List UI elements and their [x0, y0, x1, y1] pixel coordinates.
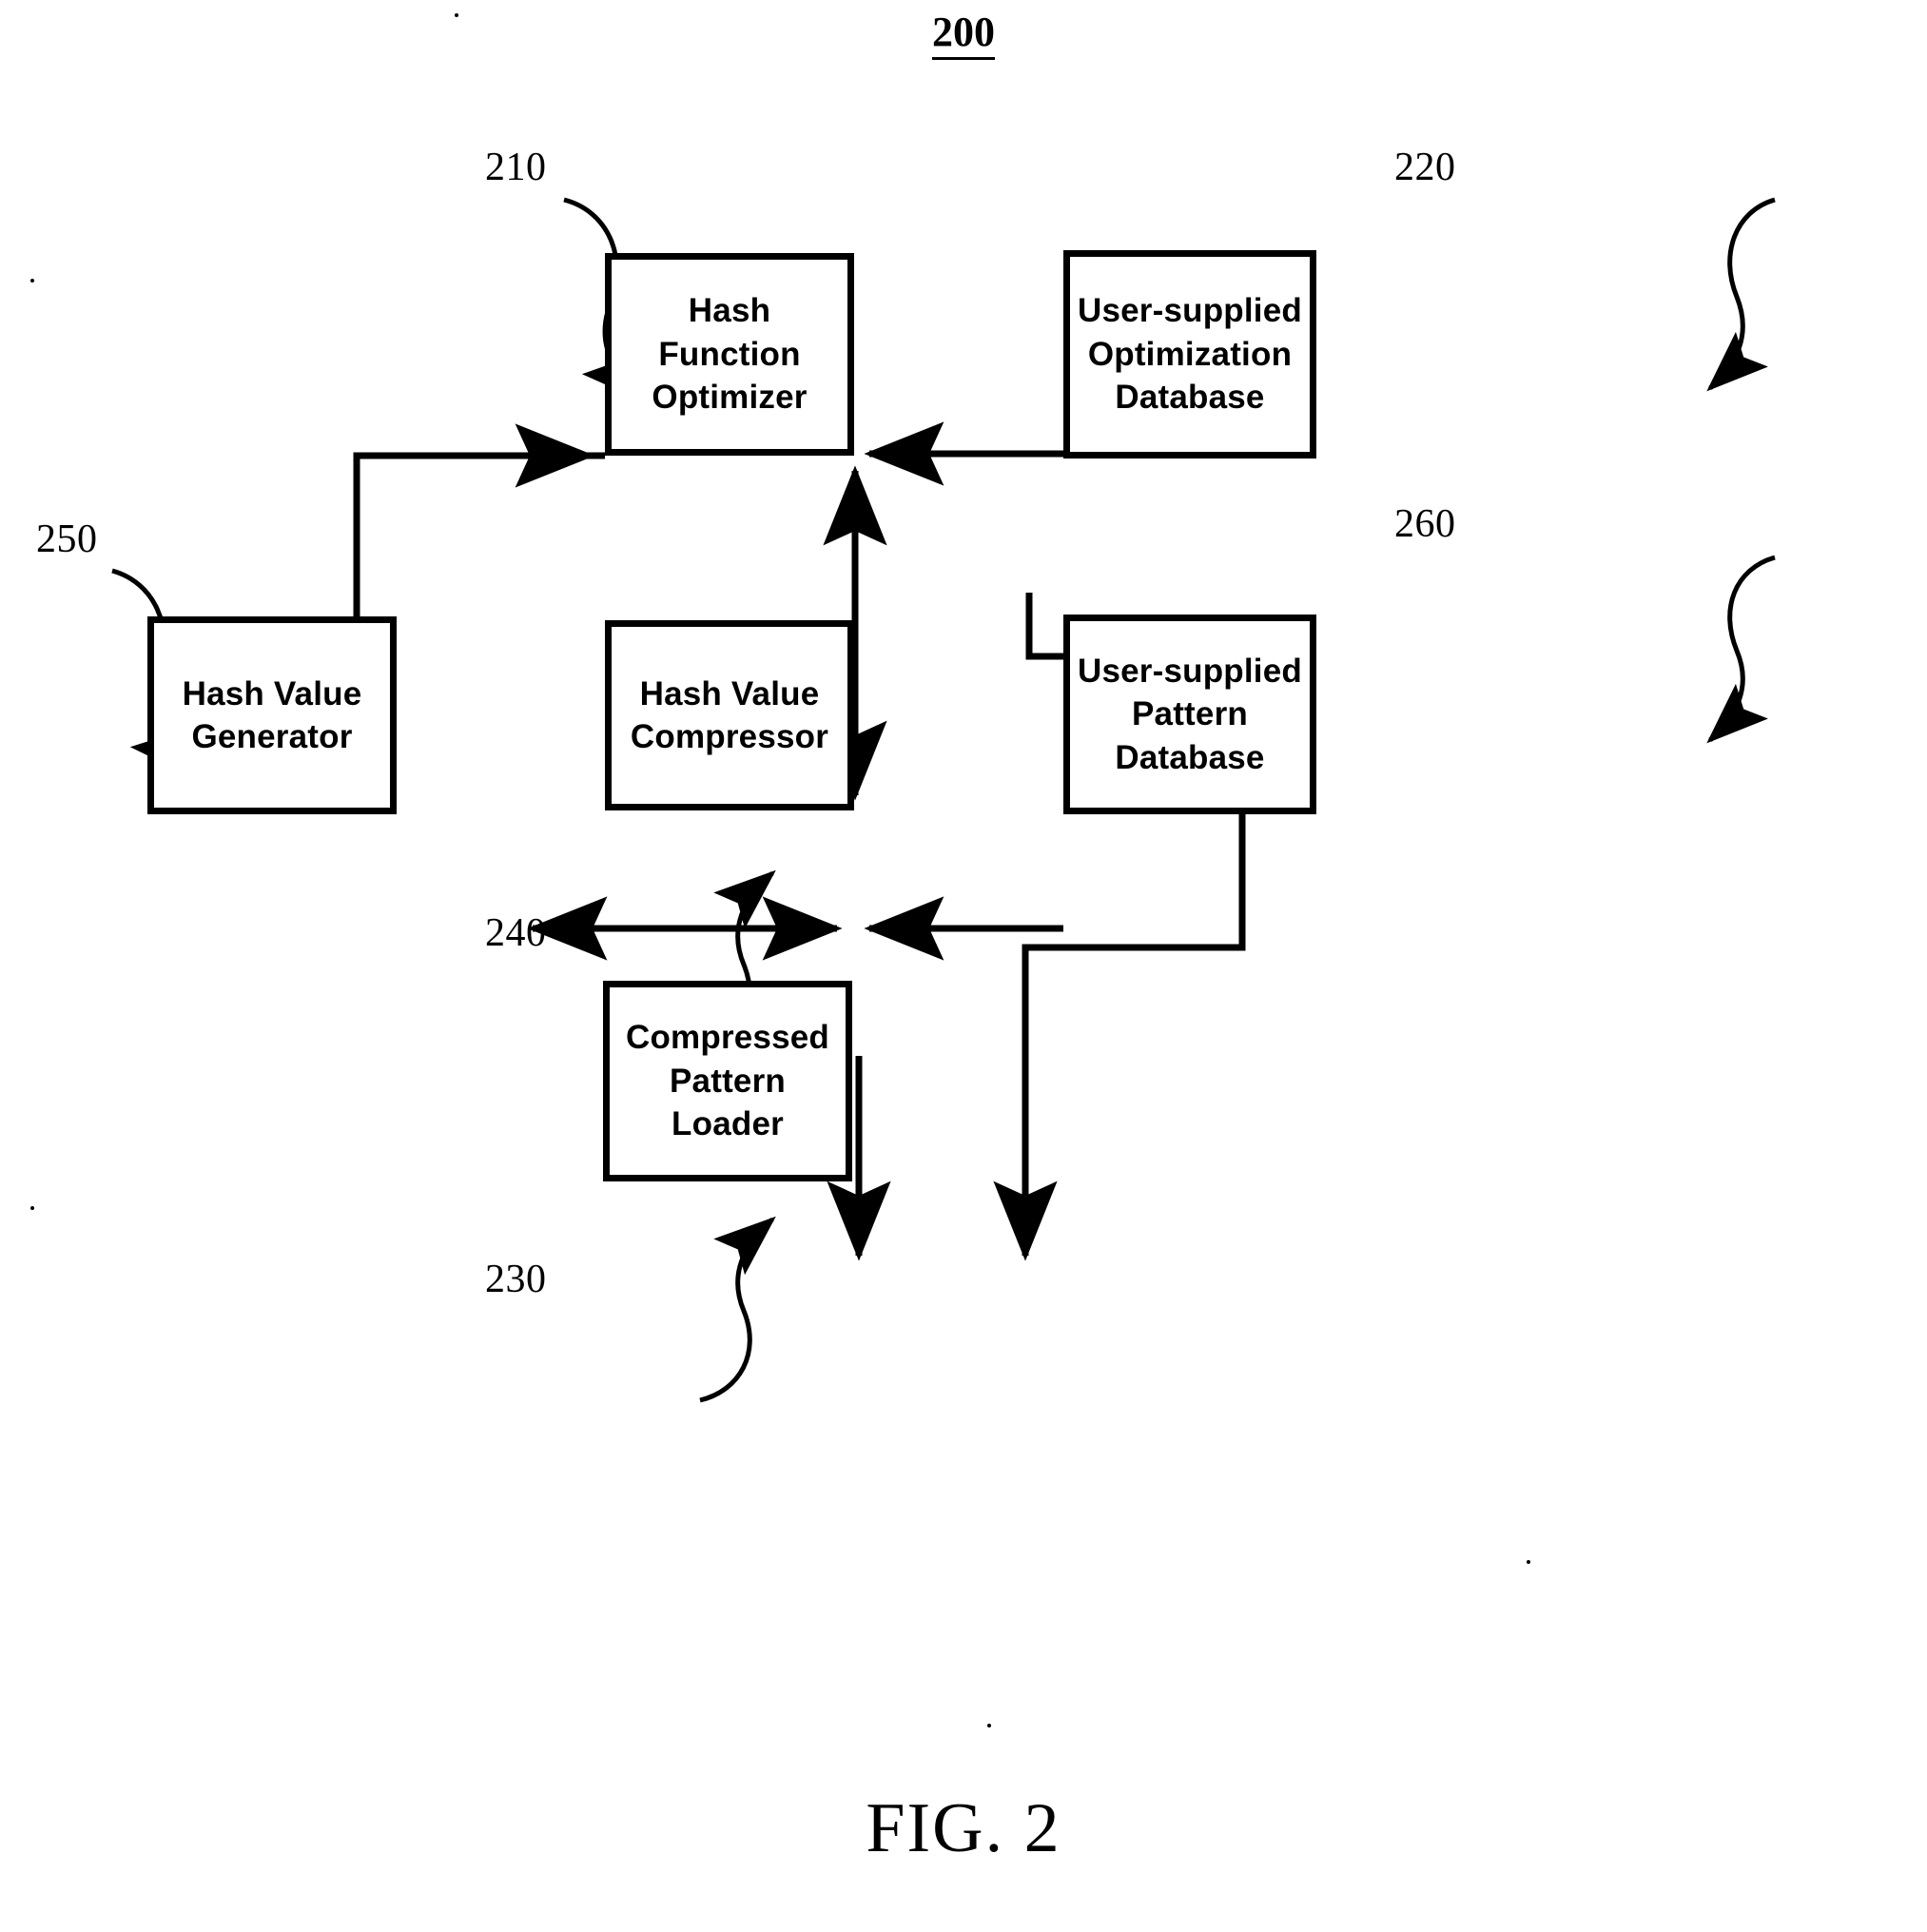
block-hash-value-compressor[interactable]: Hash Value Compressor — [605, 620, 854, 810]
figure-caption: FIG. 2 — [866, 1789, 1061, 1867]
scan-speck — [30, 279, 34, 283]
block-label-hash-value-generator: Hash Value Generator — [182, 674, 362, 756]
scan-speck — [30, 1206, 34, 1210]
reference-numeral-210: 210 — [485, 146, 547, 189]
reference-numeral-220: 220 — [1394, 146, 1456, 189]
reference-numeral-240: 240 — [485, 911, 547, 955]
block-label-user-supplied-pattern-database: User-supplied Pattern Database — [1078, 652, 1302, 776]
leader-line-230 — [699, 1216, 776, 1403]
patent-figure: 200 Hash Function Optimizer User-supplie… — [0, 0, 1927, 1932]
block-compressed-pattern-loader[interactable]: Compressed Pattern Loader — [603, 981, 852, 1181]
block-label-hash-function-optimizer: Hash Function Optimizer — [652, 292, 808, 417]
block-user-supplied-pattern-database[interactable]: User-supplied Pattern Database — [1063, 615, 1316, 814]
scan-speck — [455, 13, 458, 17]
diagram-canvas — [111, 197, 1776, 1403]
block-label-hash-value-compressor: Hash Value Compressor — [630, 674, 829, 756]
scan-speck — [1527, 1560, 1530, 1564]
block-hash-value-generator[interactable]: Hash Value Generator — [147, 616, 397, 814]
block-user-supplied-optimization-database[interactable]: User-supplied Optimization Database — [1063, 250, 1316, 459]
leader-line-260 — [1706, 555, 1776, 744]
block-label-compressed-pattern-loader: Compressed Pattern Loader — [625, 1019, 830, 1143]
reference-numeral-230: 230 — [485, 1258, 547, 1301]
scan-speck — [987, 1724, 991, 1727]
block-label-user-supplied-optimization-database: User-supplied Optimization Database — [1078, 292, 1302, 417]
reference-numeral-250: 250 — [36, 517, 98, 561]
reference-numeral-260: 260 — [1394, 502, 1456, 546]
leader-line-220 — [1706, 197, 1776, 392]
block-hash-function-optimizer[interactable]: Hash Function Optimizer — [605, 253, 854, 456]
